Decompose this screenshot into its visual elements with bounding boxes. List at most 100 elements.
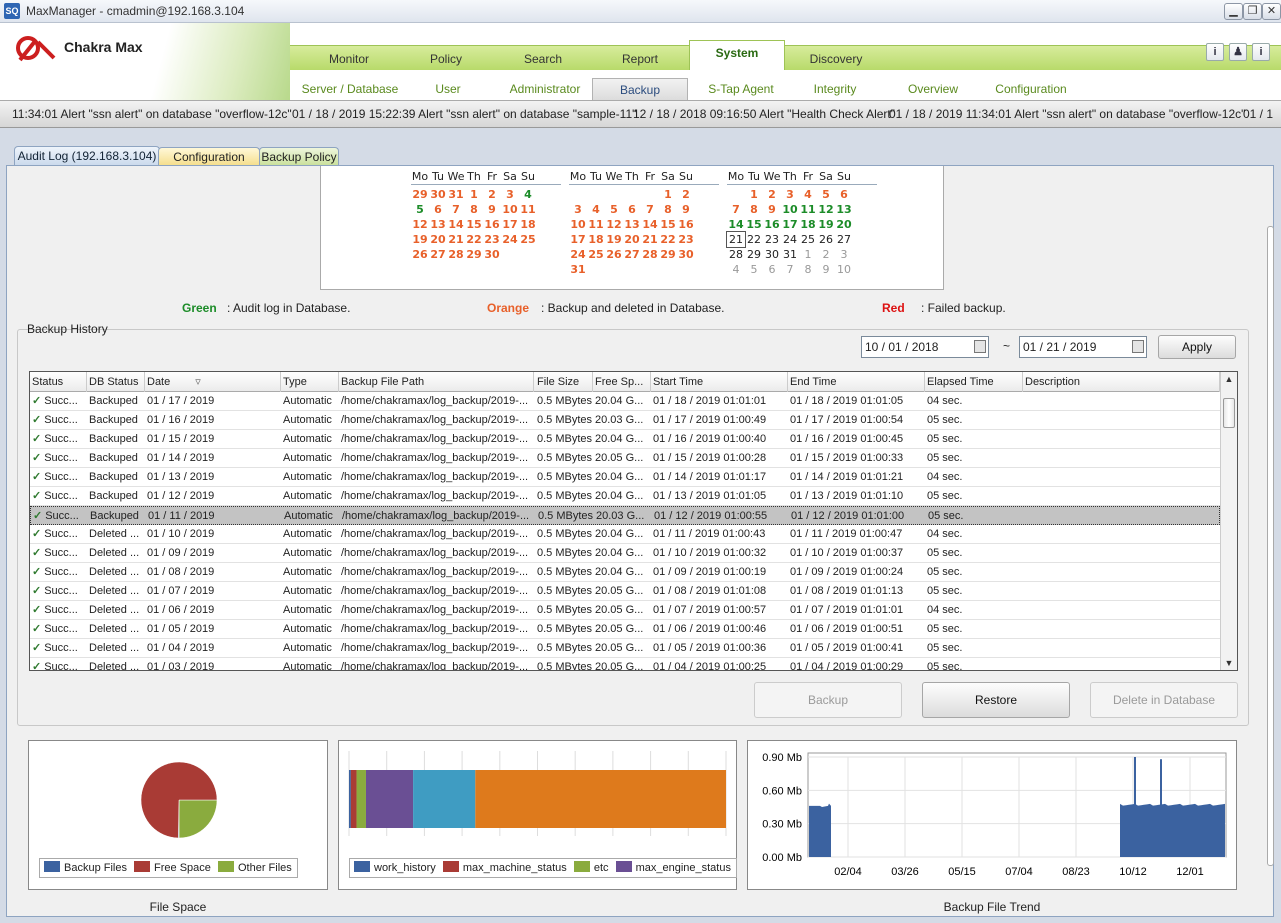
column-header[interactable]: Backup File Path bbox=[339, 372, 534, 392]
alert-ticker[interactable]: 11:34:01 Alert "ssn alert" on database "… bbox=[0, 100, 1281, 128]
calendar-day[interactable]: 3 bbox=[835, 247, 853, 262]
calendar-day[interactable]: 25 bbox=[587, 247, 605, 262]
help-icon[interactable]: i bbox=[1252, 43, 1270, 61]
calendar-day[interactable]: 13 bbox=[835, 202, 853, 217]
tab-report[interactable]: Report bbox=[591, 49, 689, 71]
calendar-day[interactable]: 31 bbox=[447, 187, 465, 202]
calendar-day[interactable]: 26 bbox=[817, 232, 835, 247]
scroll-down-icon[interactable]: ▼ bbox=[1221, 656, 1237, 670]
calendar-day[interactable]: 26 bbox=[411, 247, 429, 262]
calendar-day[interactable]: 14 bbox=[447, 217, 465, 232]
table-row[interactable]: ✓ Succ... Deleted ... 01 / 09 / 2019 Automat… bbox=[30, 544, 1220, 563]
table-row[interactable]: ✓ Succ... Backuped 01 / 14 / 2019 Automatic /… bbox=[30, 449, 1220, 468]
table-row[interactable]: ✓ Succ... Backuped 01 / 15 / 2019 Automatic /… bbox=[30, 430, 1220, 449]
calendar-day[interactable]: 3 bbox=[569, 202, 587, 217]
calendar-day[interactable]: 6 bbox=[429, 202, 447, 217]
calendar-day[interactable]: 10 bbox=[835, 262, 853, 277]
calendar-day[interactable]: 11 bbox=[519, 202, 537, 217]
calendar-day[interactable]: 30 bbox=[429, 187, 447, 202]
calendar-day[interactable]: 20 bbox=[835, 217, 853, 232]
table-row[interactable]: ✓ Succ... Deleted ... 01 / 07 / 2019 Automat… bbox=[30, 582, 1220, 601]
column-header[interactable]: End Time bbox=[788, 372, 925, 392]
close-button[interactable]: ✕ bbox=[1262, 3, 1281, 20]
apply-button[interactable]: Apply bbox=[1158, 335, 1236, 359]
calendar-day[interactable]: 11 bbox=[799, 202, 817, 217]
calendar-day[interactable]: 5 bbox=[745, 262, 763, 277]
calendar-day[interactable]: 21 bbox=[447, 232, 465, 247]
subtab-integrity[interactable]: Integrity bbox=[790, 78, 880, 100]
calendar-day[interactable]: 22 bbox=[465, 232, 483, 247]
column-header[interactable]: Type bbox=[281, 372, 339, 392]
calendar-day[interactable]: 9 bbox=[763, 202, 781, 217]
calendar-day[interactable]: 22 bbox=[659, 232, 677, 247]
calendar-day[interactable]: 25 bbox=[799, 232, 817, 247]
calendar-day[interactable]: 5 bbox=[817, 187, 835, 202]
calendar-day[interactable]: 1 bbox=[745, 187, 763, 202]
calendar-day[interactable]: 13 bbox=[623, 217, 641, 232]
backup-button[interactable]: Backup bbox=[754, 682, 902, 718]
calendar-day[interactable]: 4 bbox=[587, 202, 605, 217]
calendar-day[interactable]: 19 bbox=[411, 232, 429, 247]
calendar-day[interactable]: 3 bbox=[781, 187, 799, 202]
subtab-administrator[interactable]: Administrator bbox=[500, 78, 590, 100]
table-row[interactable]: ✓ Succ... Deleted ... 01 / 04 / 2019 Automat… bbox=[30, 639, 1220, 658]
page-scroll-thumb[interactable] bbox=[1267, 226, 1274, 866]
calendar-day[interactable]: 14 bbox=[727, 217, 745, 232]
column-header[interactable]: Date ▿ bbox=[145, 372, 281, 392]
column-header[interactable]: File Size bbox=[535, 372, 593, 392]
calendar-day[interactable]: 4 bbox=[799, 187, 817, 202]
calendar-day[interactable]: 29 bbox=[745, 247, 763, 262]
calendar-day[interactable]: 23 bbox=[677, 232, 695, 247]
calendar-day[interactable]: 24 bbox=[781, 232, 799, 247]
table-row[interactable]: ✓ Succ... Deleted ... 01 / 08 / 2019 Automat… bbox=[30, 563, 1220, 582]
calendar-day[interactable]: 10 bbox=[569, 217, 587, 232]
calendar-day[interactable]: 25 bbox=[519, 232, 537, 247]
calendar-day[interactable]: 28 bbox=[727, 247, 745, 262]
subtab-overview[interactable]: Overview bbox=[888, 78, 978, 100]
calendar-day[interactable]: 22 bbox=[745, 232, 763, 247]
calendar-day[interactable]: 15 bbox=[745, 217, 763, 232]
calendar-day[interactable]: 17 bbox=[501, 217, 519, 232]
column-header[interactable]: Description bbox=[1023, 372, 1220, 392]
delete-in-database-button[interactable]: Delete in Database bbox=[1090, 682, 1238, 718]
table-row[interactable]: ✓ Succ... Deleted ... 01 / 06 / 2019 Automat… bbox=[30, 601, 1220, 620]
tab-system[interactable]: System bbox=[689, 40, 785, 71]
calendar-day[interactable]: 18 bbox=[799, 217, 817, 232]
scroll-thumb[interactable] bbox=[1223, 398, 1235, 428]
date-from-field[interactable]: 10 / 01 / 2018 bbox=[861, 336, 989, 358]
calendar-day[interactable]: 23 bbox=[483, 232, 501, 247]
calendar-day[interactable]: 17 bbox=[569, 232, 587, 247]
subtab-server-database[interactable]: Server / Database bbox=[298, 78, 402, 100]
tab-monitor[interactable]: Monitor bbox=[300, 49, 398, 71]
calendar-icon[interactable] bbox=[1132, 340, 1144, 353]
calendar-day[interactable]: 7 bbox=[781, 262, 799, 277]
page-scrollbar[interactable] bbox=[1264, 226, 1276, 876]
calendar-day[interactable]: 2 bbox=[817, 247, 835, 262]
calendar-day[interactable]: 12 bbox=[605, 217, 623, 232]
calendar-day[interactable]: 18 bbox=[519, 217, 537, 232]
subtab-configuration[interactable]: Configuration bbox=[986, 78, 1076, 100]
calendar-day[interactable]: 12 bbox=[817, 202, 835, 217]
column-header[interactable]: Status bbox=[30, 372, 87, 392]
calendar-day[interactable]: 2 bbox=[483, 187, 501, 202]
calendar-day[interactable]: 29 bbox=[465, 247, 483, 262]
calendar-day[interactable]: 27 bbox=[429, 247, 447, 262]
calendar-day[interactable]: 3 bbox=[501, 187, 519, 202]
calendar-day[interactable]: 8 bbox=[745, 202, 763, 217]
table-row[interactable]: ✓ Succ... Backuped 01 / 12 / 2019 Automatic /… bbox=[30, 487, 1220, 506]
calendar-day[interactable]: 17 bbox=[781, 217, 799, 232]
user-icon[interactable]: ♟ bbox=[1229, 43, 1247, 61]
column-header[interactable]: Start Time bbox=[651, 372, 788, 392]
calendar-day[interactable]: 1 bbox=[465, 187, 483, 202]
calendar-day[interactable]: 9 bbox=[483, 202, 501, 217]
calendar-day[interactable]: 8 bbox=[799, 262, 817, 277]
calendar-day[interactable]: 29 bbox=[411, 187, 429, 202]
table-scrollbar[interactable]: ▲ ▼ bbox=[1220, 372, 1237, 670]
calendar-day[interactable]: 20 bbox=[623, 232, 641, 247]
calendar-day[interactable]: 18 bbox=[587, 232, 605, 247]
calendar-day[interactable]: 6 bbox=[763, 262, 781, 277]
info-icon[interactable]: i bbox=[1206, 43, 1224, 61]
table-row[interactable]: ✓ Succ... Deleted ... 01 / 10 / 2019 Automat… bbox=[30, 525, 1220, 544]
maximize-button[interactable]: ❐ bbox=[1243, 3, 1262, 20]
calendar-day[interactable]: 31 bbox=[781, 247, 799, 262]
